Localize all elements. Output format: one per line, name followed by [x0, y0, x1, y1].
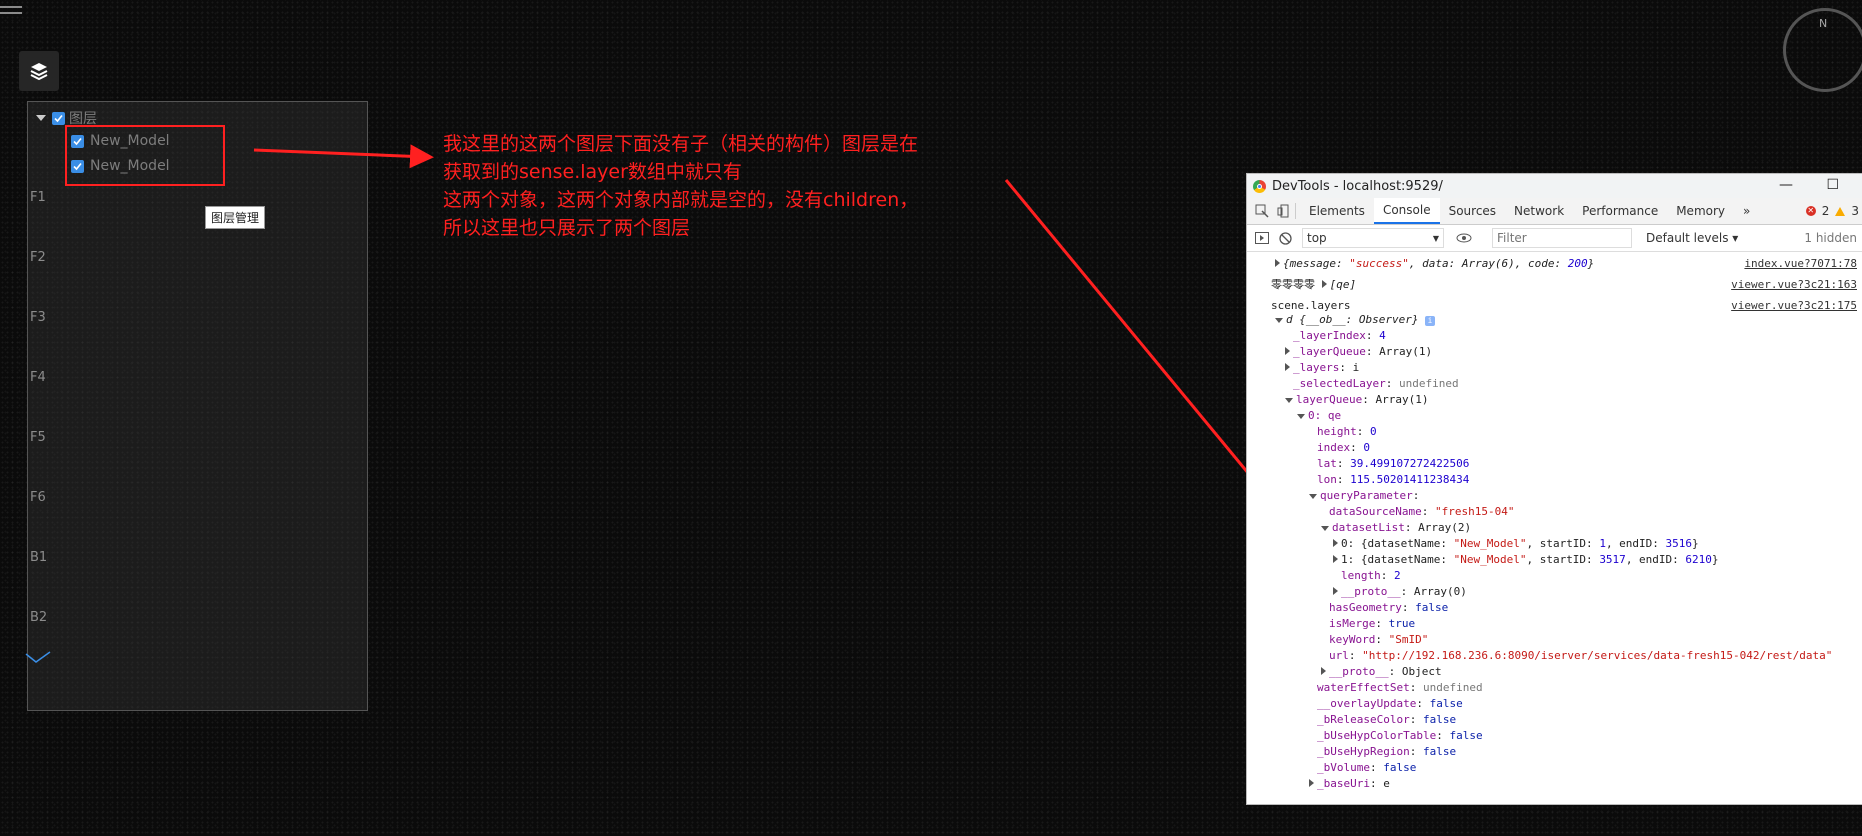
- devtools-titlebar[interactable]: DevTools - localhost:9529/ — ☐: [1247, 174, 1862, 198]
- chevron-down-icon: ▼: [1432, 233, 1439, 243]
- prop-line[interactable]: __proto__: Object: [1321, 665, 1442, 679]
- annotation-line: 这两个对象，这两个对象内部就是空的，没有children，: [443, 189, 919, 211]
- prop-line[interactable]: 1: {datasetName: "New_Model", startID: 3…: [1333, 553, 1719, 567]
- expand-icon[interactable]: [1285, 347, 1290, 355]
- prop-line: keyWord: "SmID": [1329, 633, 1429, 646]
- collapse-icon[interactable]: [1309, 493, 1317, 499]
- prop-line: _bUseHypColorTable: false: [1317, 729, 1483, 742]
- console-toolbar: top ▼ Default levels ▾ 1 hidden: [1247, 225, 1862, 252]
- prop-line[interactable]: __proto__: Array(0): [1333, 585, 1467, 599]
- expand-icon[interactable]: [1321, 667, 1326, 675]
- prop-line: lon: 115.50201411238434: [1317, 473, 1470, 486]
- more-tabs-icon[interactable]: »: [1734, 198, 1759, 224]
- console-line[interactable]: {message: "success", data: Array(6), cod…: [1275, 257, 1594, 271]
- maximize-icon[interactable]: ☐: [1826, 177, 1839, 193]
- warning-count: 3: [1851, 204, 1859, 218]
- error-icon: ✕: [1805, 206, 1816, 216]
- warning-icon: [1835, 206, 1846, 216]
- annotation-line: 获取到的sense.layer数组中就只有: [443, 161, 742, 183]
- tab-console[interactable]: Console: [1373, 198, 1440, 224]
- prop-line: _selectedLayer: undefined: [1293, 377, 1459, 390]
- expand-icon[interactable]: [1275, 259, 1280, 267]
- console-output: {message: "success", data: Array(6), cod…: [1247, 257, 1862, 797]
- prop-line: height: 0: [1317, 425, 1377, 438]
- issue-counts[interactable]: ✕ 2 3: [1805, 204, 1859, 218]
- prop-line: lat: 39.499107272422506: [1317, 457, 1470, 470]
- compass-north-label: N: [1819, 17, 1828, 30]
- collapse-icon[interactable]: [1297, 413, 1305, 419]
- console-line: scene.layers: [1271, 299, 1351, 312]
- console-line[interactable]: d {__ob__: Observer} i: [1275, 313, 1436, 327]
- arrow-line: [253, 144, 434, 169]
- eye-icon[interactable]: [1456, 233, 1472, 243]
- annotation-line: 我这里的这两个图层下面没有子（相关的构件）图层是在: [443, 133, 919, 155]
- collapse-icon[interactable]: [1275, 317, 1283, 323]
- prop-line: _bVolume: false: [1317, 761, 1417, 774]
- filter-input[interactable]: [1492, 228, 1632, 248]
- error-count: 2: [1821, 204, 1830, 218]
- context-select[interactable]: top ▼: [1302, 228, 1444, 248]
- prop-line: hasGeometry: false: [1329, 601, 1449, 614]
- info-icon: i: [1425, 316, 1436, 326]
- expand-icon[interactable]: [1309, 779, 1314, 787]
- prop-line: index: 0: [1317, 441, 1370, 454]
- collapse-icon[interactable]: [1321, 525, 1329, 531]
- prop-line: waterEffectSet: undefined: [1317, 681, 1483, 694]
- inspect-icon[interactable]: [1255, 204, 1269, 218]
- prop-line: _layerIndex: 4: [1293, 329, 1386, 342]
- collapse-icon[interactable]: [1285, 397, 1293, 403]
- clear-console-icon[interactable]: [1279, 231, 1292, 245]
- prop-line: _bUseHypRegion: false: [1317, 745, 1457, 758]
- levels-dropdown[interactable]: Default levels ▾: [1646, 231, 1738, 245]
- prop-line[interactable]: _layers: i: [1285, 361, 1359, 375]
- hidden-count: 1 hidden: [1804, 231, 1857, 245]
- prop-line: url: "http://192.168.236.6:8090/iserver/…: [1329, 649, 1833, 662]
- expand-icon[interactable]: [1333, 539, 1338, 547]
- minimize-icon[interactable]: —: [1779, 177, 1793, 193]
- prop-line[interactable]: datasetList: Array(2): [1321, 521, 1471, 535]
- prop-line: isMerge: true: [1329, 617, 1416, 630]
- devtools-window: DevTools - localhost:9529/ — ☐ Elements …: [1246, 173, 1862, 805]
- tab-performance[interactable]: Performance: [1573, 198, 1667, 224]
- expand-icon[interactable]: [1333, 587, 1338, 595]
- prop-line: length: 2: [1341, 569, 1401, 582]
- tab-elements[interactable]: Elements: [1300, 198, 1374, 224]
- source-link[interactable]: viewer.vue?3c21:163: [1731, 278, 1857, 291]
- expand-icon[interactable]: [1285, 363, 1290, 371]
- prop-line: _bReleaseColor: false: [1317, 713, 1457, 726]
- expand-icon[interactable]: [1321, 280, 1327, 288]
- prop-line: __overlayUpdate: false: [1317, 697, 1463, 710]
- prop-line[interactable]: queryParameter:: [1309, 489, 1419, 503]
- source-link[interactable]: index.vue?7071:78: [1744, 257, 1857, 270]
- device-toolbar-icon[interactable]: [1277, 204, 1291, 218]
- tab-sources[interactable]: Sources: [1440, 198, 1505, 224]
- devtools-tabs: Elements Console Sources Network Perform…: [1247, 198, 1862, 225]
- tab-memory[interactable]: Memory: [1667, 198, 1734, 224]
- console-line: 零零零零 [qe]: [1271, 278, 1357, 291]
- source-link[interactable]: viewer.vue?3c21:175: [1731, 299, 1857, 312]
- annotation-text: 我这里的这两个图层下面没有子（相关的构件）图层是在 获取到的sense.laye…: [443, 130, 983, 242]
- compass-widget[interactable]: N: [1783, 8, 1862, 92]
- annotation-line: 所以这里也只展示了两个图层: [443, 217, 691, 239]
- chrome-icon: [1253, 179, 1266, 193]
- context-value: top: [1307, 231, 1327, 245]
- prop-line: dataSourceName: "fresh15-04": [1329, 505, 1515, 518]
- tab-network[interactable]: Network: [1505, 198, 1573, 224]
- prop-line[interactable]: 0: {datasetName: "New_Model", startID: 1…: [1333, 537, 1699, 551]
- prop-line[interactable]: _baseUri: e: [1309, 777, 1390, 791]
- prop-line[interactable]: 0: qe: [1297, 409, 1341, 423]
- prop-line[interactable]: layerQueue: Array(1): [1285, 393, 1428, 407]
- devtools-title: DevTools - localhost:9529/: [1272, 178, 1443, 194]
- expand-icon[interactable]: [1333, 555, 1338, 563]
- prop-line[interactable]: _layerQueue: Array(1): [1285, 345, 1432, 359]
- sidebar-toggle-icon[interactable]: [1255, 232, 1269, 244]
